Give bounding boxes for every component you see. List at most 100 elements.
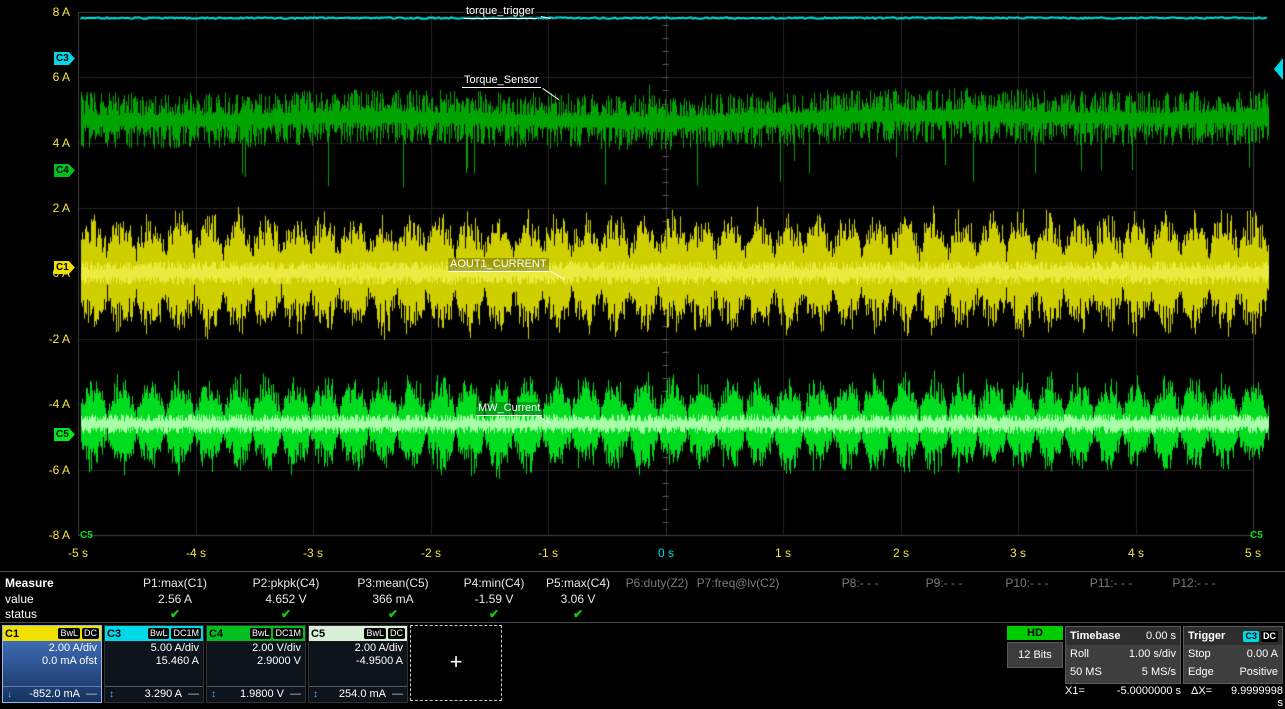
channel-scale: 2.00 A/div — [309, 641, 407, 654]
x-axis-label-trigger-time: 0 s — [658, 546, 674, 560]
measure-p1-header[interactable]: P1:max(C1) — [127, 576, 223, 590]
bottom-toolbar: C1 BwL DC 2.00 A/div 0.0 mA ofst ↓ -852.… — [0, 622, 1285, 709]
x-axis-label: 1 s — [775, 546, 791, 560]
channel-level: 1.9800 V — [240, 688, 284, 700]
measure-p3-header[interactable]: P3:mean(C5) — [345, 576, 441, 590]
channel-descriptor-c5[interactable]: C5 BwL DC 2.00 A/div -4.9500 A ↕ 254.0 m… — [308, 625, 408, 703]
level-arrow-icon: ↕ — [211, 689, 216, 700]
trigger-title: Trigger — [1188, 630, 1225, 642]
measure-p12-header[interactable]: P12:- - - — [1146, 576, 1242, 590]
level-arrow-icon: ↓ — [7, 689, 12, 700]
trace-label-mw-current: MW_Current — [476, 402, 542, 416]
channel-id: C4 — [209, 628, 223, 640]
level-arrow-icon: ↕ — [109, 689, 114, 700]
timebase-scale: 1.00 s/div — [1129, 648, 1176, 660]
cursor-readout: X1= -5.0000000 s ΔX= 9.9999998 s X2= 4.9… — [1065, 685, 1283, 709]
cursor-x1-value: -5.0000000 s — [1097, 685, 1181, 709]
cursor-dx-value: 9.9999998 s — [1231, 685, 1283, 709]
y-axis-label: -4 A — [24, 397, 70, 411]
measure-table: Measure value status P1:max(C1) P2:pkpk(… — [0, 571, 1285, 623]
channel-descriptor-c1[interactable]: C1 BwL DC 2.00 A/div 0.0 mA ofst ↓ -852.… — [2, 625, 102, 703]
trace-label-torque-trigger: torque_trigger — [464, 5, 537, 19]
placeholder-dash: — — [392, 688, 403, 700]
channel-offset: 2.9000 V — [207, 654, 305, 667]
y-axis-label: -6 A — [24, 463, 70, 477]
channel-descriptor-c3[interactable]: C3 BwL DC1M 5.00 A/div 15.460 A ↕ 3.290 … — [104, 625, 204, 703]
timebase-position: 0.00 s — [1146, 630, 1176, 642]
x-axis-label: -3 s — [303, 546, 323, 560]
channel-id: C1 — [5, 628, 19, 640]
coupling-badge: DC — [388, 628, 405, 639]
channel-level: -852.0 mA — [29, 688, 80, 700]
measure-p7-header[interactable]: P7:freq@lv(C2) — [686, 576, 790, 590]
trigger-panel[interactable]: Trigger C3 DC Stop 0.00 A Edge Positive — [1183, 626, 1283, 684]
x-axis-label: -2 s — [421, 546, 441, 560]
cursor-dx-label: ΔX= — [1191, 685, 1231, 709]
measure-p3-value: 366 mA — [345, 592, 441, 606]
x-axis-label: 5 s — [1245, 546, 1261, 560]
measure-p9-header[interactable]: P9:- - - — [896, 576, 992, 590]
trigger-mode: Stop — [1188, 648, 1211, 660]
coupling-badge: DC1M — [171, 628, 201, 639]
hd-mode-badge[interactable]: HD — [1007, 626, 1063, 640]
measure-p10-header[interactable]: P10:- - - — [979, 576, 1075, 590]
measure-p11-header[interactable]: P11:- - - — [1063, 576, 1159, 590]
x-axis-label: 2 s — [893, 546, 909, 560]
trigger-source-badge: C3 — [1243, 631, 1259, 642]
channel-scale: 5.00 A/div — [105, 641, 203, 654]
add-trace-button[interactable]: + — [410, 625, 502, 701]
x-axis-label: -5 s — [68, 546, 88, 560]
corner-marker-c5-right: C5 — [1250, 530, 1263, 541]
measure-p4-header[interactable]: P4:min(C4) — [446, 576, 542, 590]
waveform-display[interactable] — [0, 0, 1285, 568]
x-axis-label: -1 s — [538, 546, 558, 560]
measure-p2-status-icon: ✔ — [238, 607, 334, 621]
resolution-button[interactable]: 12 Bits — [1007, 642, 1063, 668]
placeholder-dash: — — [290, 688, 301, 700]
y-axis-label: 4 A — [24, 136, 70, 150]
measure-p5-value: 3.06 V — [530, 592, 626, 606]
placeholder-dash: — — [86, 688, 97, 700]
bandwidth-limit-badge: BwL — [364, 628, 386, 639]
bandwidth-limit-badge: BwL — [58, 628, 80, 639]
measure-p8-header[interactable]: P8:- - - — [812, 576, 908, 590]
trace-label-aout1-current: AOUT1_CURRENT — [448, 258, 549, 272]
measure-p5-status-icon: ✔ — [530, 607, 626, 621]
coupling-badge: DC — [82, 628, 99, 639]
coupling-badge: DC1M — [273, 628, 303, 639]
y-axis-label: 6 A — [24, 70, 70, 84]
timebase-mode: Roll — [1070, 648, 1089, 660]
channel-level: 3.290 A — [145, 688, 182, 700]
trigger-slope: Positive — [1239, 666, 1278, 678]
placeholder-dash: — — [188, 688, 199, 700]
value-row-label: value — [5, 592, 34, 606]
measure-row-label: Measure — [5, 576, 54, 590]
channel-id: C5 — [311, 628, 325, 640]
channel-id: C3 — [107, 628, 121, 640]
channel-scale: 2.00 A/div — [3, 641, 101, 654]
measure-p4-status-icon: ✔ — [446, 607, 542, 621]
y-axis-label: -8 A — [24, 528, 70, 542]
timebase-sample-rate: 5 MS/s — [1142, 666, 1176, 678]
oscilloscope-screen: 8 A 6 A 4 A 2 A 0 A -2 A -4 A -6 A -8 A … — [0, 0, 1285, 709]
timebase-memory: 50 MS — [1070, 666, 1102, 678]
measure-p4-value: -1.59 V — [446, 592, 542, 606]
y-axis-label: 8 A — [24, 5, 70, 19]
corner-marker-c5-left: C5 — [80, 530, 93, 541]
measure-p2-header[interactable]: P2:pkpk(C4) — [238, 576, 334, 590]
channel-scale: 2.00 V/div — [207, 641, 305, 654]
bandwidth-limit-badge: BwL — [148, 628, 170, 639]
level-arrow-icon: ↕ — [313, 689, 318, 700]
measure-p3-status-icon: ✔ — [345, 607, 441, 621]
channel-descriptor-c4[interactable]: C4 BwL DC1M 2.00 V/div 2.9000 V ↕ 1.9800… — [206, 625, 306, 703]
trigger-type: Edge — [1188, 666, 1214, 678]
trace-label-torque-sensor: Torque_Sensor — [462, 74, 541, 88]
trigger-coupling-badge: DC — [1261, 631, 1278, 642]
y-axis-label: 2 A — [24, 201, 70, 215]
y-axis-label: -2 A — [24, 332, 70, 346]
x-axis-label: 3 s — [1010, 546, 1026, 560]
status-row-label: status — [5, 607, 37, 621]
x-axis-label: -4 s — [186, 546, 206, 560]
timebase-panel[interactable]: Timebase 0.00 s Roll 1.00 s/div 50 MS 5 … — [1065, 626, 1181, 684]
timebase-title: Timebase — [1070, 630, 1121, 642]
